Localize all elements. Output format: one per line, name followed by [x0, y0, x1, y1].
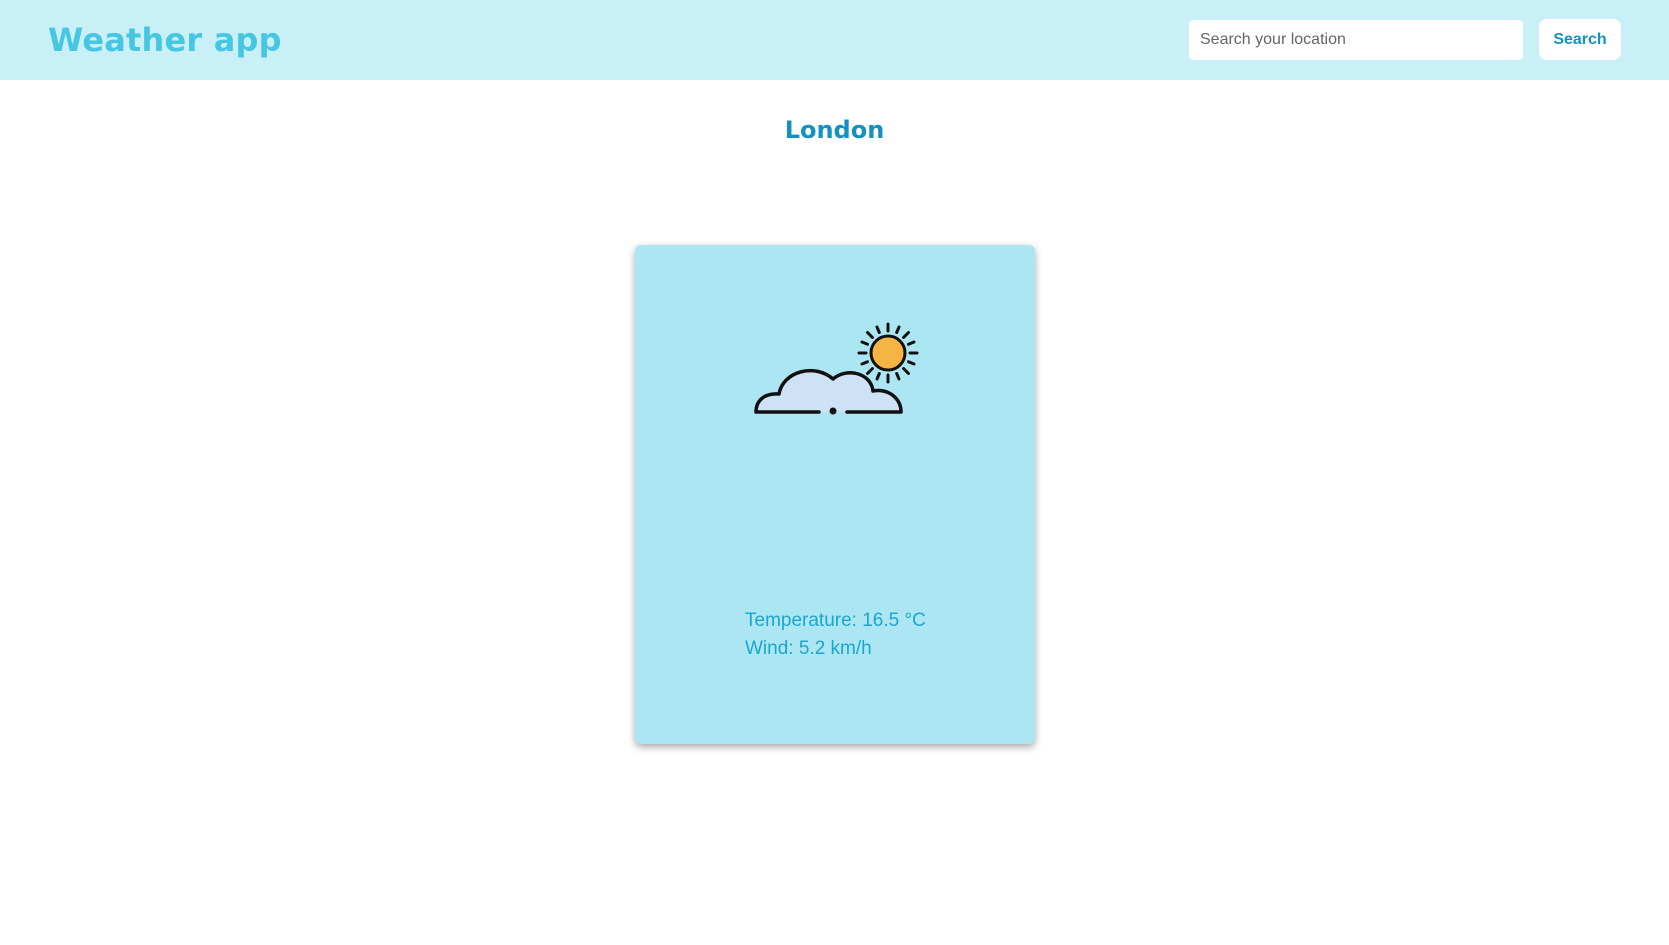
search-input[interactable]: [1189, 20, 1523, 60]
top-bar: Weather app Search: [0, 0, 1669, 80]
partly-cloudy-icon: [754, 322, 919, 415]
wind-text: Wind: 5.2 km/h: [745, 638, 872, 659]
temperature-text: Temperature: 16.5 °C: [745, 610, 926, 631]
weather-stats: Temperature: 16.5 °C Wind: 5.2 km/h: [745, 607, 926, 663]
weather-card: Temperature: 16.5 °C Wind: 5.2 km/h: [635, 245, 1035, 744]
app-title: Weather app: [48, 21, 282, 59]
sun-shape: [869, 334, 907, 372]
city-name: London: [784, 116, 885, 144]
search-button[interactable]: Search: [1539, 19, 1621, 60]
